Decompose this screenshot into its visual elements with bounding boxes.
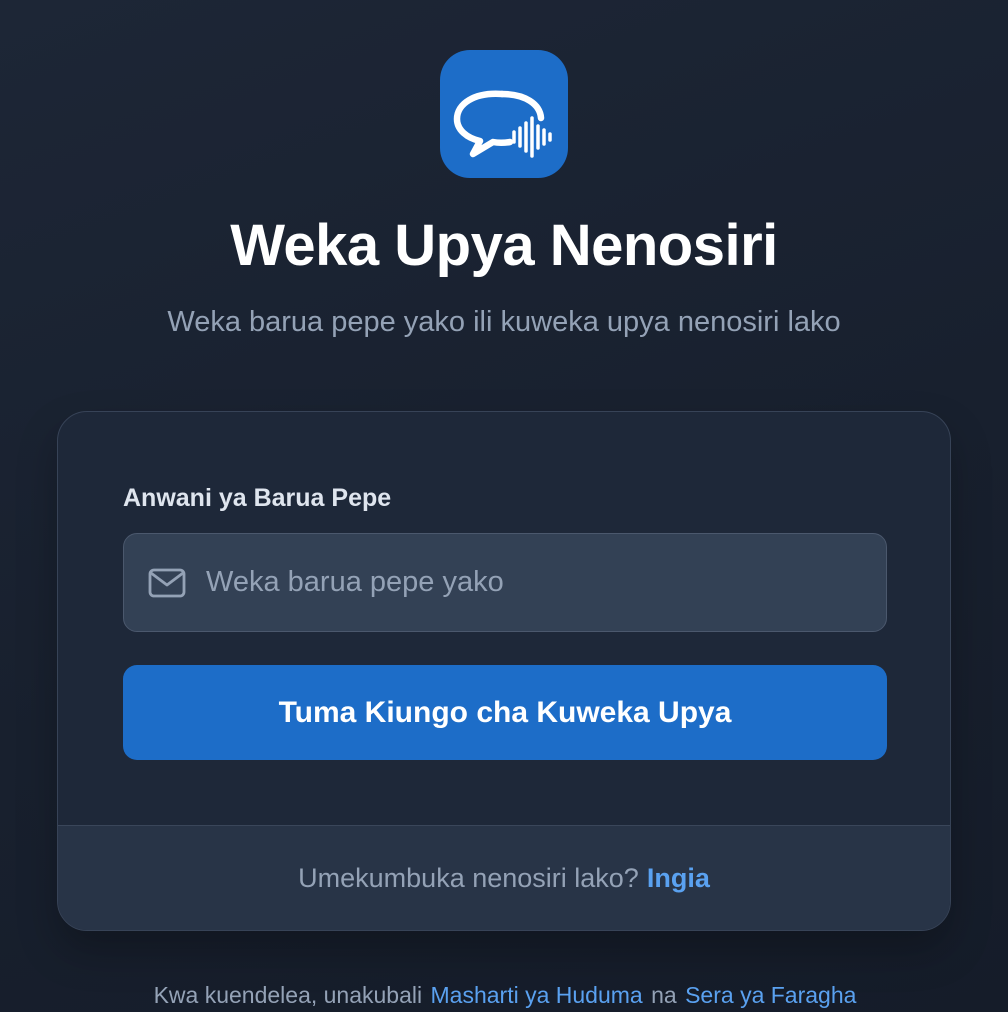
- terms-prefix: Kwa kuendelea, unakubali: [153, 982, 423, 1008]
- terms-notice: Kwa kuendelea, unakubali Masharti ya Hud…: [0, 982, 1008, 1009]
- mail-icon: [148, 568, 186, 598]
- terms-of-service-link[interactable]: Masharti ya Huduma: [431, 982, 643, 1008]
- card-footer: Umekumbuka nenosiri lako? Ingia: [58, 825, 950, 930]
- signin-link[interactable]: Ingia: [647, 863, 710, 894]
- email-input[interactable]: [206, 534, 866, 631]
- reset-password-card: Anwani ya Barua Pepe Tuma Kiungo cha Kuw…: [57, 411, 951, 931]
- page-subtitle: Weka barua pepe yako ili kuweka upya nen…: [167, 306, 841, 338]
- remembered-password-prompt: Umekumbuka nenosiri lako?: [298, 862, 639, 893]
- privacy-policy-link[interactable]: Sera ya Faragha: [685, 982, 856, 1008]
- send-reset-link-button[interactable]: Tuma Kiungo cha Kuweka Upya: [123, 665, 887, 760]
- terms-conjunction: na: [651, 982, 677, 1008]
- email-field-container[interactable]: [123, 533, 887, 632]
- email-label: Anwani ya Barua Pepe: [123, 484, 392, 512]
- chat-bubble-voice-icon: [453, 90, 552, 158]
- page-title: Weka Upya Nenosiri: [230, 213, 778, 278]
- app-logo: [440, 50, 568, 178]
